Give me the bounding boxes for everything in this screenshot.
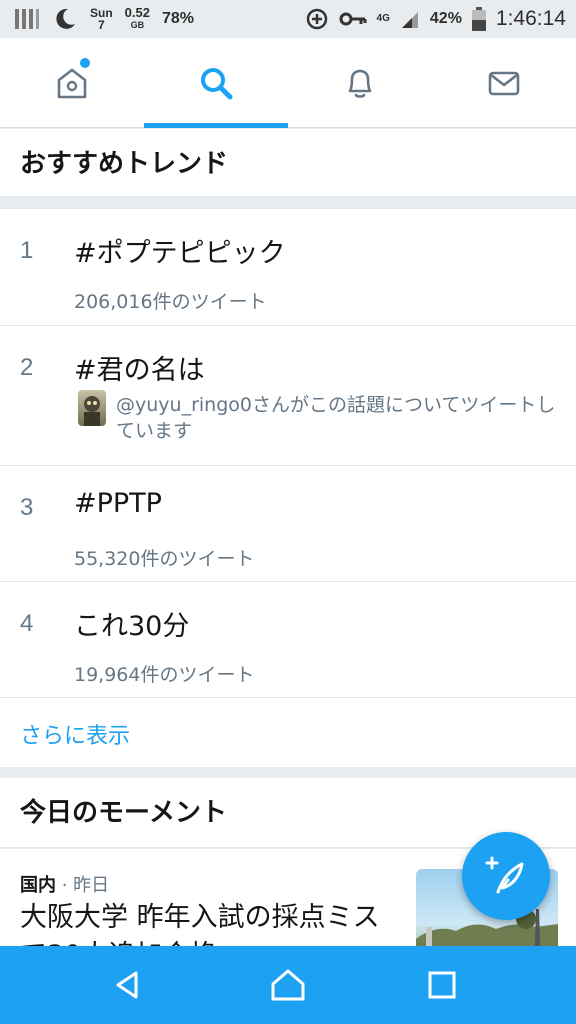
date-widget: Sun 7: [90, 7, 113, 31]
recents-square-icon: [428, 971, 456, 999]
trend-tweet-count: 206,016件のツイート: [74, 291, 267, 313]
tab-notifications[interactable]: [288, 38, 432, 128]
mail-icon: [488, 71, 520, 96]
search-icon: [201, 68, 233, 100]
data-unit: GB: [130, 20, 145, 30]
vpn-key-icon: [339, 12, 367, 26]
system-navigation-bar: [0, 946, 576, 1024]
compose-tweet-button[interactable]: [462, 832, 550, 920]
trend-tweet-count: 55,320件のツイート: [74, 548, 255, 570]
back-button[interactable]: [78, 946, 178, 1024]
trend-tweet-count: 19,964件のツイート: [74, 664, 255, 686]
data-saver-icon: [306, 8, 327, 30]
home-button[interactable]: [238, 946, 338, 1024]
trends-title: おすすめトレンド: [20, 149, 229, 179]
trend-name: #ポプテピピック: [74, 238, 286, 269]
trend-rank: 3: [20, 494, 34, 521]
trend-name: #PPTP: [74, 488, 162, 519]
data-amount: 0.52: [124, 5, 150, 20]
moment-separator: ·: [56, 875, 74, 896]
active-tab-indicator: [144, 123, 288, 128]
tab-home[interactable]: [0, 38, 144, 128]
home-icon: [57, 68, 87, 99]
data-usage: 0.52 GB: [124, 5, 150, 31]
back-triangle-icon: [116, 971, 138, 999]
battery-icon: [471, 7, 486, 31]
bell-icon: [348, 69, 372, 98]
moment-time: 昨日: [73, 875, 110, 896]
moon-icon: [56, 8, 75, 29]
network-type: 4G: [376, 13, 390, 24]
status-bar: Sun 7 0.52 GB 78% 4G 42% 1:46:14: [0, 0, 576, 38]
signal-bars-icon: [15, 9, 39, 29]
moments-title: 今日のモーメント: [20, 798, 227, 828]
compose-feather-icon: [485, 856, 524, 894]
recents-button[interactable]: [392, 946, 492, 1024]
trends-header: おすすめトレンド: [0, 129, 576, 197]
trend-item[interactable]: 1 #ポプテピピック 206,016件のツイート: [0, 208, 576, 325]
home-notification-dot: [80, 58, 90, 68]
clock: 1:46:14: [495, 7, 566, 30]
avatar: [78, 390, 106, 426]
home-outline-icon: [271, 969, 305, 1001]
battery-percent: 42%: [429, 10, 462, 27]
trend-name: これ30分: [74, 611, 190, 642]
top-navigation: [0, 38, 576, 128]
tab-search[interactable]: [144, 38, 288, 128]
cell-signal-icon: [401, 12, 418, 28]
moment-meta: 国内 · 昨日: [20, 871, 109, 897]
trend-item[interactable]: 4 これ30分 19,964件のツイート: [0, 581, 576, 697]
show-more-link[interactable]: さらに表示: [20, 718, 130, 750]
status-date: 7: [97, 18, 105, 32]
show-more-row[interactable]: さらに表示: [0, 697, 576, 767]
trend-item[interactable]: 3 #PPTP 55,320件のツイート: [0, 465, 576, 581]
trend-context: @yuyu_ringo0さんがこの話題についてツイートしています: [116, 394, 556, 442]
tab-messages[interactable]: [432, 38, 576, 128]
trend-name: #君の名は: [74, 355, 205, 386]
trend-item[interactable]: 2 #君の名は @yuyu_ringo0さんがこの話題についてツイートしています: [0, 325, 576, 465]
data-percent: 78%: [161, 10, 195, 27]
trend-rank: 4: [20, 610, 34, 637]
trend-rank: 2: [20, 354, 34, 381]
moment-category: 国内: [20, 875, 56, 896]
trend-rank: 1: [20, 237, 34, 264]
